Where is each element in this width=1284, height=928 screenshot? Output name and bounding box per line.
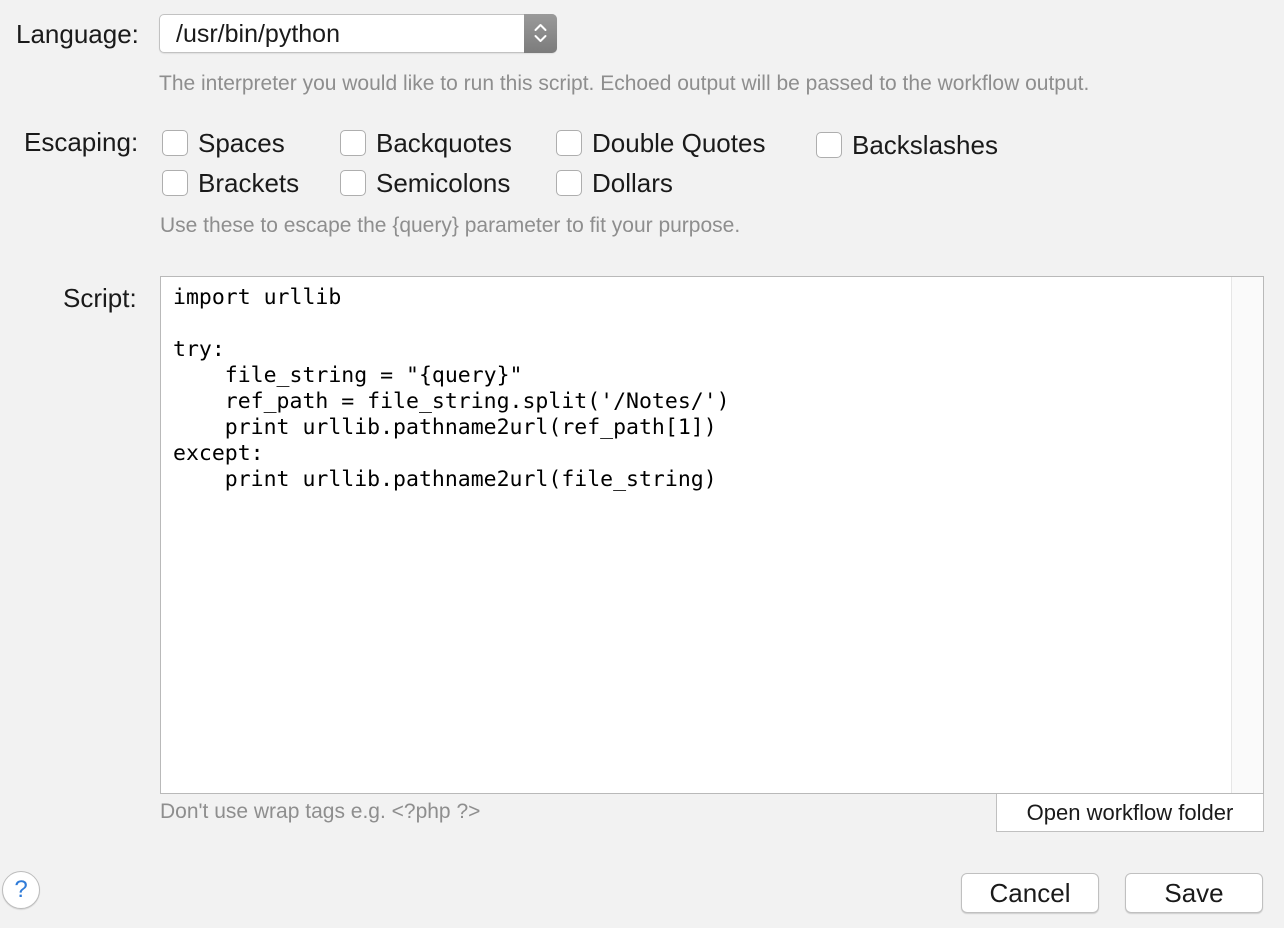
save-button[interactable]: Save bbox=[1125, 873, 1263, 913]
checkbox-brackets[interactable]: Brackets bbox=[162, 168, 299, 198]
checkbox-semicolons-label: Semicolons bbox=[376, 167, 511, 198]
help-button[interactable]: ? bbox=[2, 871, 40, 909]
checkbox-backquotes-label: Backquotes bbox=[376, 127, 512, 158]
script-hint: Don't use wrap tags e.g. <?php ?> bbox=[160, 800, 481, 823]
checkbox-backslashes-label: Backslashes bbox=[852, 129, 998, 160]
checkbox-double-quotes-box[interactable] bbox=[556, 130, 582, 156]
checkbox-spaces-label: Spaces bbox=[198, 127, 285, 158]
checkbox-brackets-label: Brackets bbox=[198, 167, 300, 198]
checkbox-backslashes-box[interactable] bbox=[816, 132, 842, 158]
checkbox-backquotes-box[interactable] bbox=[340, 130, 366, 156]
checkbox-spaces-box[interactable] bbox=[162, 130, 188, 156]
checkbox-dollars[interactable]: Dollars bbox=[556, 168, 673, 198]
checkbox-backquotes[interactable]: Backquotes bbox=[340, 128, 512, 158]
script-editor[interactable]: import urllib try: file_string = "{query… bbox=[160, 276, 1264, 794]
checkbox-spaces[interactable]: Spaces bbox=[162, 128, 285, 158]
checkbox-backslashes[interactable]: Backslashes bbox=[816, 130, 998, 160]
script-filter-settings: Language: /usr/bin/python The interprete… bbox=[0, 0, 1284, 928]
checkbox-semicolons-box[interactable] bbox=[340, 170, 366, 196]
escaping-hint: Use these to escape the {query} paramete… bbox=[160, 214, 741, 237]
language-label: Language: bbox=[16, 19, 139, 49]
language-select[interactable]: /usr/bin/python bbox=[159, 14, 557, 53]
language-hint: The interpreter you would like to run th… bbox=[159, 72, 1090, 95]
escaping-label: Escaping: bbox=[24, 127, 139, 157]
script-code[interactable]: import urllib try: file_string = "{query… bbox=[173, 285, 730, 493]
checkbox-double-quotes-label: Double Quotes bbox=[592, 127, 766, 158]
chevron-up-down-icon[interactable] bbox=[524, 14, 557, 53]
cancel-button[interactable]: Cancel bbox=[961, 873, 1099, 913]
editor-scrollbar[interactable] bbox=[1231, 277, 1263, 793]
language-select-value: /usr/bin/python bbox=[176, 20, 340, 48]
checkbox-dollars-label: Dollars bbox=[592, 167, 673, 198]
checkbox-dollars-box[interactable] bbox=[556, 170, 582, 196]
checkbox-semicolons[interactable]: Semicolons bbox=[340, 168, 510, 198]
open-workflow-folder-button[interactable]: Open workflow folder bbox=[996, 794, 1264, 832]
question-mark-icon: ? bbox=[14, 876, 28, 903]
script-label: Script: bbox=[63, 283, 137, 313]
checkbox-brackets-box[interactable] bbox=[162, 170, 188, 196]
checkbox-double-quotes[interactable]: Double Quotes bbox=[556, 128, 765, 158]
